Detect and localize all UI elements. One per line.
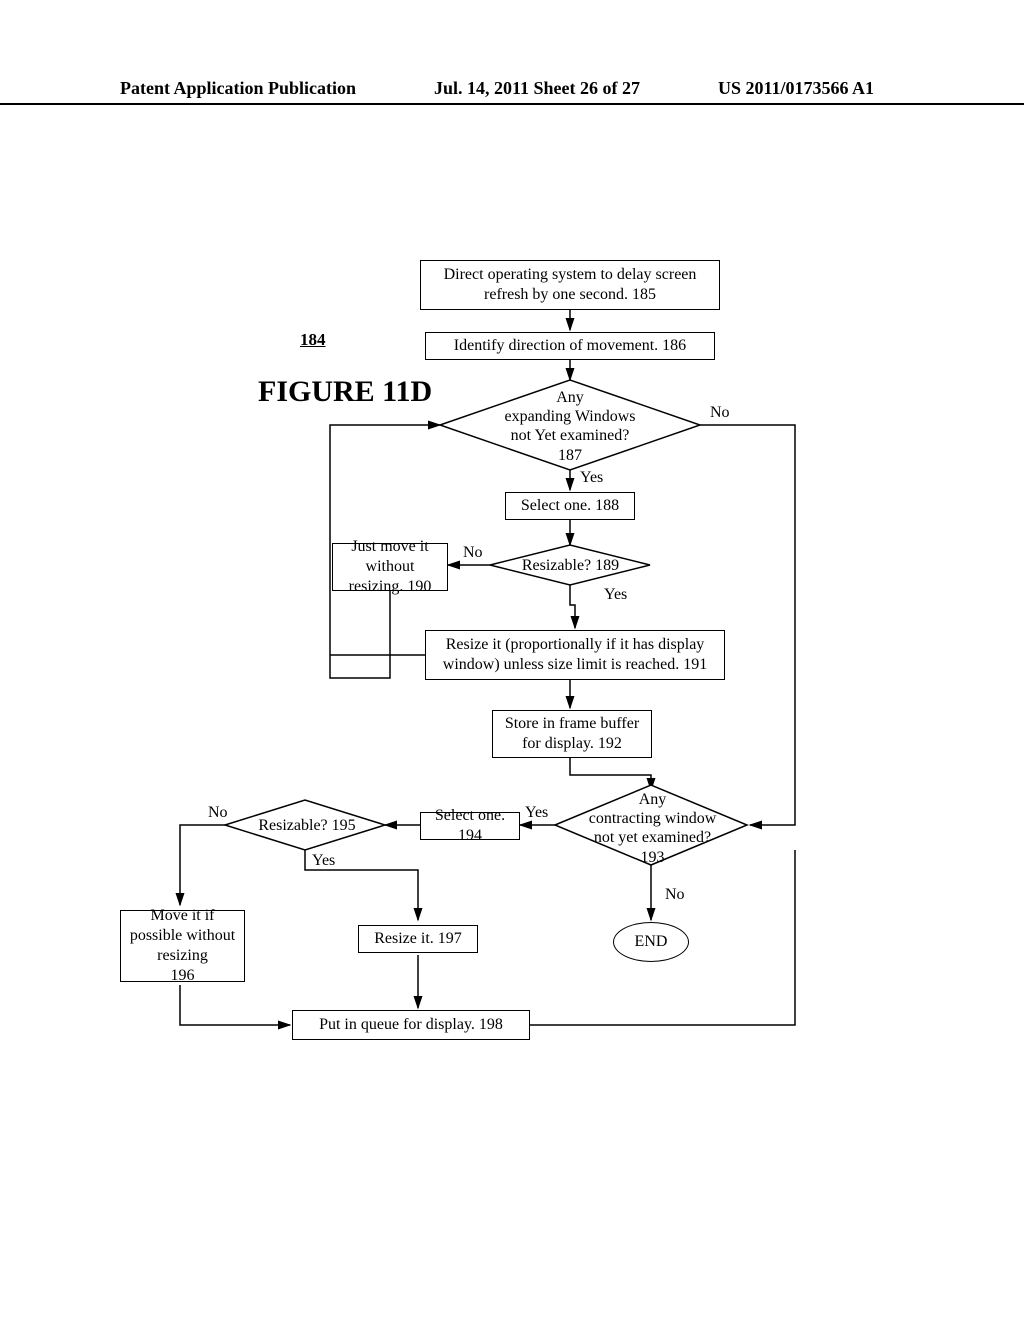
diamond-195-label: Resizable? 195 — [252, 816, 362, 835]
diamond-187-label: Any expanding Windows not Yet examined? … — [500, 388, 640, 465]
box-186-identify-direction: Identify direction of movement. 186 — [425, 332, 715, 360]
box-194-select-one: Select one. 194 — [420, 812, 520, 840]
label-187-no: No — [710, 404, 730, 422]
box-196-move-if-possible: Move it if possible without resizing 196 — [120, 910, 245, 982]
figure-number: 184 — [300, 330, 326, 350]
label-193-no: No — [665, 886, 685, 904]
box-192-store-frame-buffer: Store in frame buffer for display. 192 — [492, 710, 652, 758]
label-195-no: No — [208, 804, 228, 822]
figure-title: FIGURE 11D — [258, 375, 432, 409]
diamond-193-label: Any contracting window not yet examined?… — [580, 790, 725, 867]
terminator-end: END — [613, 922, 689, 962]
label-193-yes: Yes — [525, 804, 548, 822]
label-189-yes: Yes — [604, 586, 627, 604]
box-197-resize-it: Resize it. 197 — [358, 925, 478, 953]
diamond-189-label: Resizable? 189 — [513, 556, 628, 575]
label-195-yes: Yes — [312, 852, 335, 870]
header-right: US 2011/0173566 A1 — [718, 78, 874, 99]
header-left: Patent Application Publication — [120, 78, 356, 99]
box-188-select-one: Select one. 188 — [505, 492, 635, 520]
label-187-yes: Yes — [580, 469, 603, 487]
box-191-resize-proportional: Resize it (proportionally if it has disp… — [425, 630, 725, 680]
page-header: Patent Application Publication Jul. 14, … — [0, 78, 1024, 105]
header-mid: Jul. 14, 2011 Sheet 26 of 27 — [434, 78, 640, 99]
box-198-put-in-queue: Put in queue for display. 198 — [292, 1010, 530, 1040]
box-185-delay-refresh: Direct operating system to delay screen … — [420, 260, 720, 310]
box-190-move-without-resize: Just move it without resizing. 190 — [332, 543, 448, 591]
label-189-no: No — [463, 544, 483, 562]
